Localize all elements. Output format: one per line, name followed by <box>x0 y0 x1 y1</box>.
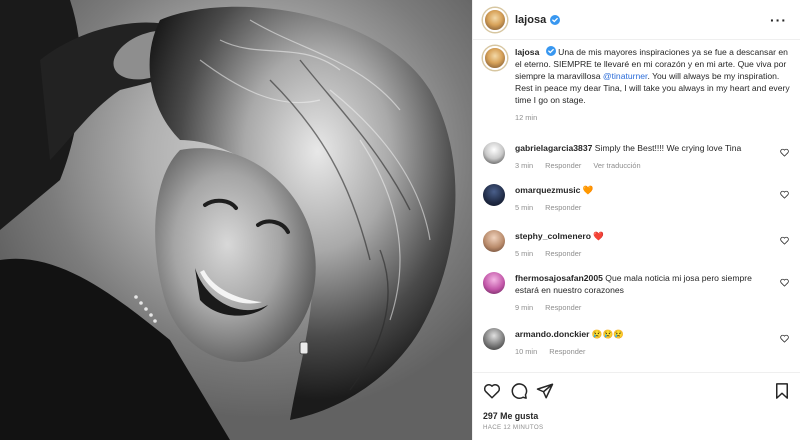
comment-like-heart-icon[interactable] <box>780 148 789 157</box>
bookmark-icon[interactable] <box>773 382 791 400</box>
instagram-post-view: lajosa ··· lajosa Una de mis mayores ins… <box>0 0 800 440</box>
comment-time: 5 min <box>515 203 534 212</box>
comment-icon[interactable] <box>510 382 528 400</box>
caption-avatar[interactable] <box>483 46 507 70</box>
reply-button[interactable]: Responder <box>545 249 581 258</box>
comment-avatar[interactable] <box>483 230 505 252</box>
post-details-panel: lajosa ··· lajosa Una de mis mayores ins… <box>472 0 800 440</box>
comment-avatar[interactable] <box>483 142 505 164</box>
reply-button[interactable]: Responder <box>549 347 585 356</box>
comment-time: 9 min <box>515 303 534 312</box>
author-avatar[interactable] <box>483 7 507 32</box>
comment-username[interactable]: armando.donckier <box>515 329 590 339</box>
post-actions-bar: 297 Me gusta HACE 12 MINUTOS <box>473 372 800 440</box>
caption-timestamp: 12 min <box>515 113 538 122</box>
comment-item: omarquezmusic 🧡 5 min Responder <box>483 184 795 214</box>
comment-username[interactable]: fhermosajosafan2005 <box>515 273 603 283</box>
comment-item: fhermosajosafan2005 Que mala noticia mi … <box>483 272 795 314</box>
portrait-image <box>0 0 472 440</box>
like-count[interactable]: 297 Me gusta <box>483 411 538 421</box>
view-translation-button[interactable]: Ver traducción <box>593 161 640 170</box>
reply-button[interactable]: Responder <box>545 303 581 312</box>
comment-avatar[interactable] <box>483 272 505 294</box>
comment-avatar[interactable] <box>483 328 505 350</box>
comment-text: 🧡 <box>582 185 594 195</box>
comment-like-heart-icon[interactable] <box>780 190 789 199</box>
comment-item: stephy_colmenero ❤️ 5 min Responder <box>483 230 795 260</box>
comment-item: gabrielagarcia3837 Simply the Best!!!! W… <box>483 142 795 172</box>
heart-icon[interactable] <box>483 382 501 400</box>
comment-like-heart-icon[interactable] <box>780 334 789 343</box>
comment-time: 5 min <box>515 249 534 258</box>
comment-time: 10 min <box>515 347 538 356</box>
more-options-icon[interactable]: ··· <box>770 12 787 28</box>
caption-mention-link[interactable]: @tinaturner <box>603 71 648 81</box>
post-photo[interactable] <box>0 0 472 440</box>
comment-text: 😢😢😢 <box>591 329 624 339</box>
post-timestamp: HACE 12 MINUTOS <box>483 424 544 431</box>
reply-button[interactable]: Responder <box>545 203 581 212</box>
comment-like-heart-icon[interactable] <box>780 236 789 245</box>
comment-text: Simply the Best!!!! We crying love Tina <box>594 143 742 153</box>
author-username[interactable]: lajosa <box>515 14 546 26</box>
comment-username[interactable]: stephy_colmenero <box>515 231 591 241</box>
comment-username[interactable]: omarquezmusic <box>515 185 580 195</box>
comment-item: armando.donckier 😢😢😢 10 min Responder <box>483 328 795 358</box>
comment-time: 3 min <box>515 161 534 170</box>
reply-button[interactable]: Responder <box>545 161 581 170</box>
post-header: lajosa ··· <box>473 0 800 40</box>
verified-badge-icon <box>545 46 556 56</box>
verified-badge-icon <box>550 14 561 25</box>
comment-username[interactable]: gabrielagarcia3837 <box>515 143 592 153</box>
comment-text: ❤️ <box>593 231 605 241</box>
post-caption: lajosa Una de mis mayores inspiraciones … <box>483 46 795 124</box>
share-icon[interactable] <box>536 382 554 400</box>
comment-avatar[interactable] <box>483 184 505 206</box>
comment-like-heart-icon[interactable] <box>780 278 789 287</box>
caption-username[interactable]: lajosa <box>515 47 539 57</box>
